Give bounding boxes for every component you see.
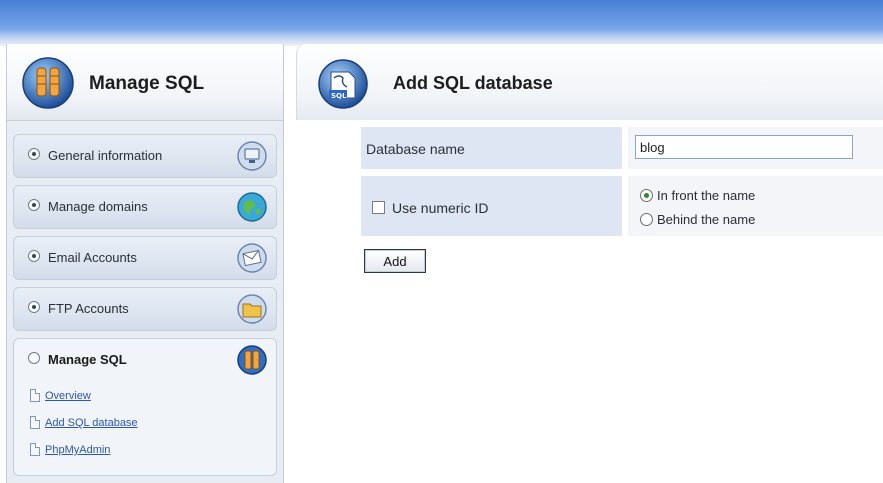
sidebar-title: Manage SQL: [89, 73, 205, 94]
sublink-add-sql-database[interactable]: Add SQL database: [30, 416, 138, 434]
sidebar-item-manage-sql-header[interactable]: Manage SQL: [14, 339, 276, 383]
sql-icon-text: SQL: [331, 92, 347, 100]
database-name-input[interactable]: [635, 135, 853, 159]
sidebar-item-label: Manage domains: [48, 199, 148, 214]
sublink-label: Overview: [45, 390, 91, 402]
envelope-icon: [236, 242, 268, 279]
sublink-overview[interactable]: Overview: [30, 389, 91, 407]
radio-bullet-icon: [28, 148, 40, 160]
use-numeric-id-label: Use numeric ID: [392, 200, 489, 216]
database-icon: [236, 344, 268, 381]
sidebar-item-general-information[interactable]: General information: [13, 134, 277, 178]
folder-icon: [236, 293, 268, 330]
radio-bullet-icon: [28, 250, 40, 262]
sidebar: Manage SQL General information Manage do…: [6, 44, 284, 483]
sidebar-item-label: FTP Accounts: [48, 301, 129, 316]
in-front-radio[interactable]: [640, 189, 653, 202]
numeric-id-position-cell: [628, 176, 883, 236]
sidebar-item-ftp-accounts[interactable]: FTP Accounts: [13, 287, 277, 331]
sidebar-item-label: Email Accounts: [48, 250, 137, 265]
sidebar-item-label: Manage SQL: [48, 352, 127, 367]
database-name-label-cell: Database name: [361, 127, 622, 169]
use-numeric-id-checkbox[interactable]: [372, 201, 385, 214]
radio-bullet-icon: [28, 352, 40, 364]
database-name-label: Database name: [366, 141, 465, 157]
sidebar-header: Manage SQL: [7, 44, 283, 121]
sidebar-item-manage-domains[interactable]: Manage domains: [13, 185, 277, 229]
sidebar-item-manage-sql: Manage SQL Overview Add SQL database Php…: [13, 338, 277, 476]
behind-radio[interactable]: [640, 213, 653, 226]
sublink-label: PhpMyAdmin: [45, 444, 111, 456]
page-title: Add SQL database: [393, 73, 553, 93]
radio-bullet-icon: [28, 199, 40, 211]
in-front-radio-label[interactable]: In front the name: [657, 188, 755, 203]
globe-icon: [236, 191, 268, 228]
sql-database-icon: SQL: [317, 58, 369, 115]
behind-radio-label[interactable]: Behind the name: [657, 212, 755, 227]
page-icon: [30, 416, 40, 429]
database-icon: [21, 56, 75, 115]
sublink-label: Add SQL database: [45, 417, 138, 429]
sublink-phpmyadmin[interactable]: PhpMyAdmin: [30, 443, 110, 461]
sidebar-item-email-accounts[interactable]: Email Accounts: [13, 236, 277, 280]
radio-bullet-icon: [28, 301, 40, 313]
sidebar-item-label: General information: [48, 148, 163, 163]
main-header: SQL Add SQL database: [296, 44, 883, 120]
page-icon: [30, 443, 40, 456]
add-button[interactable]: Add: [364, 249, 426, 273]
monitor-icon: [236, 140, 268, 177]
page-icon: [30, 389, 40, 402]
